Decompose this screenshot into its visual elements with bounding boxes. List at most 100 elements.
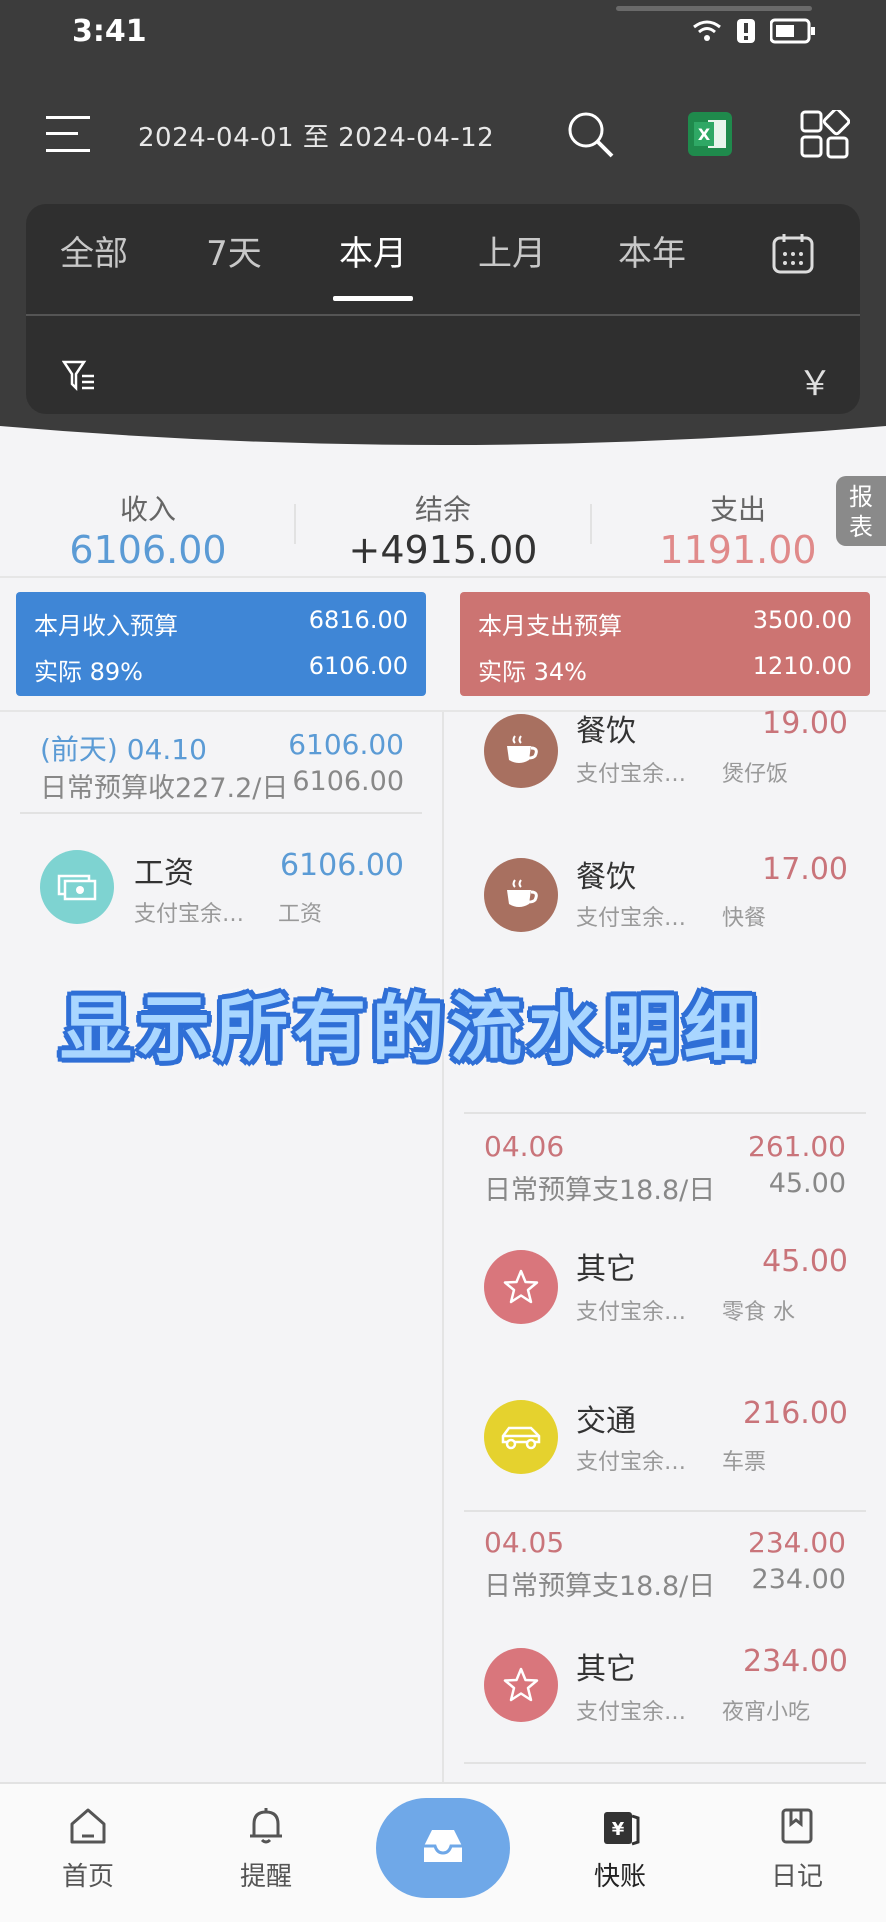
diary-icon [781, 1808, 813, 1844]
tab-this-month[interactable]: 本月 [323, 226, 423, 275]
expense-day-divider [464, 1762, 866, 1764]
money-icon [40, 850, 114, 924]
alert-icon [737, 19, 755, 43]
summary-divider [590, 504, 592, 544]
list-item[interactable]: 工资 6106.00 支付宝余… 工资 [0, 840, 440, 950]
nav-diary-label: 日记 [770, 1862, 823, 1892]
income-total: 6106.00 [69, 528, 227, 572]
nav-reminder[interactable]: 提醒 [206, 1806, 326, 1893]
header-curve [0, 426, 886, 464]
overlay-caption: 显示所有的流水明细 [60, 987, 763, 1071]
expense-budget-amount: 3500.00 [752, 606, 852, 634]
nav-add-button[interactable] [376, 1798, 510, 1898]
svg-text:X: X [698, 125, 711, 144]
item-account: 支付宝余… [576, 1700, 687, 1725]
car-icon [484, 1400, 558, 1474]
item-category: 餐饮 [576, 860, 636, 895]
income-budget-title: 本月收入预算 [34, 612, 178, 640]
item-account: 支付宝余… [576, 1300, 687, 1325]
item-note: 煲仔饭 [722, 762, 789, 787]
excel-export-icon[interactable]: X [686, 110, 734, 158]
balance-label: 结余 [414, 493, 471, 526]
report-tab[interactable]: 报表 [836, 476, 886, 546]
expense-day-sub-amount: 234.00 [751, 1564, 846, 1595]
nav-reminder-label: 提醒 [239, 1862, 292, 1892]
expense-day-budget: 日常预算支18.8/日 [484, 1571, 716, 1602]
income-actual-label: 实际 89% [34, 658, 143, 686]
coffee-icon [484, 858, 558, 932]
tab-7days[interactable]: 7天 [184, 226, 284, 275]
income-day-amount: 6106.00 [288, 728, 404, 761]
item-account: 支付宝余… [576, 906, 687, 931]
svg-text:¥: ¥ [612, 1819, 625, 1840]
expense-day-sub-amount: 45.00 [768, 1168, 846, 1199]
bell-icon [250, 1808, 282, 1844]
item-note: 快餐 [722, 906, 767, 931]
income-day-date: (前天) 04.10 [40, 733, 207, 766]
item-amount: 17.00 [762, 852, 848, 887]
expense-day-divider [464, 1510, 866, 1512]
item-amount: 234.00 [743, 1644, 848, 1679]
expense-day-budget: 日常预算支18.8/日 [484, 1175, 716, 1206]
nav-diary[interactable]: 日记 [737, 1806, 857, 1893]
report-tab-label: 报表 [849, 483, 873, 541]
calendar-icon[interactable] [772, 232, 814, 274]
wifi-icon [693, 20, 721, 41]
currency-selector[interactable]: ￥ [798, 356, 832, 405]
item-note: 车票 [722, 1450, 767, 1475]
tab-this-year[interactable]: 本年 [602, 226, 702, 275]
list-item[interactable]: 其它 45.00 支付宝余… 零食 水 [444, 1240, 886, 1350]
period-filter-card [26, 204, 860, 414]
nav-home-label: 首页 [61, 1862, 114, 1892]
item-note: 工资 [278, 902, 323, 927]
income-day-divider [20, 812, 422, 814]
tab-all[interactable]: 全部 [44, 226, 144, 275]
item-note: 零食 水 [722, 1300, 795, 1325]
list-item[interactable]: 餐饮 17.00 支付宝余… 快餐 [444, 848, 886, 958]
list-item[interactable]: 交通 216.00 支付宝余… 车票 [444, 1392, 886, 1502]
coffee-icon [484, 714, 558, 788]
item-amount: 45.00 [762, 1244, 848, 1279]
item-category: 其它 [576, 1652, 636, 1687]
expense-day-amount: 261.00 [748, 1130, 846, 1163]
expense-budget-card[interactable]: 本月支出预算 3500.00 实际 34% 1210.00 [460, 592, 870, 696]
item-account: 支付宝余… [576, 1450, 687, 1475]
status-time: 3:41 [72, 14, 147, 49]
nav-quick-bill[interactable]: ¥ 快账 [560, 1806, 680, 1893]
expense-day-divider [464, 1112, 866, 1114]
menu-icon[interactable] [46, 112, 90, 156]
summary-divider [294, 504, 296, 544]
expense-actual-amount: 1210.00 [752, 652, 852, 680]
list-item[interactable]: 其它 234.00 支付宝余… 夜宵小吃 [444, 1638, 886, 1748]
income-budget-card[interactable]: 本月收入预算 6816.00 实际 89% 6106.00 [16, 592, 426, 696]
list-item[interactable]: 餐饮 19.00 支付宝余… 煲仔饭 [444, 702, 886, 812]
date-range-label[interactable]: 2024-04-01 至 2024-04-12 [138, 117, 494, 154]
item-note: 夜宵小吃 [722, 1700, 811, 1725]
tab-last-month[interactable]: 上月 [462, 226, 562, 275]
item-category: 工资 [134, 856, 194, 891]
star-icon [484, 1648, 558, 1722]
income-actual-amount: 6106.00 [308, 652, 408, 680]
battery-icon [770, 18, 815, 44]
expense-day-amount: 234.00 [748, 1526, 846, 1559]
nav-quick-bill-label: 快账 [593, 1862, 646, 1892]
grid-apps-icon[interactable] [800, 110, 850, 160]
summary-bottom-divider [0, 576, 886, 578]
item-amount: 6106.00 [279, 848, 404, 883]
status-icons [692, 18, 816, 44]
quick-bill-icon: ¥ [604, 1812, 640, 1846]
item-category: 交通 [576, 1404, 636, 1439]
income-label: 收入 [119, 493, 176, 526]
item-account: 支付宝余… [576, 762, 687, 787]
tab-divider [26, 314, 860, 316]
search-icon[interactable] [566, 110, 616, 160]
home-icon [70, 1808, 106, 1844]
nav-home[interactable]: 首页 [28, 1806, 148, 1893]
item-category: 其它 [576, 1252, 636, 1287]
item-account: 支付宝余… [134, 902, 245, 927]
item-category: 餐饮 [576, 714, 636, 749]
expense-day-date: 04.05 [484, 1526, 565, 1559]
income-day-sub-amount: 6106.00 [292, 766, 404, 797]
filter-icon[interactable] [62, 358, 96, 392]
item-amount: 19.00 [762, 706, 848, 741]
